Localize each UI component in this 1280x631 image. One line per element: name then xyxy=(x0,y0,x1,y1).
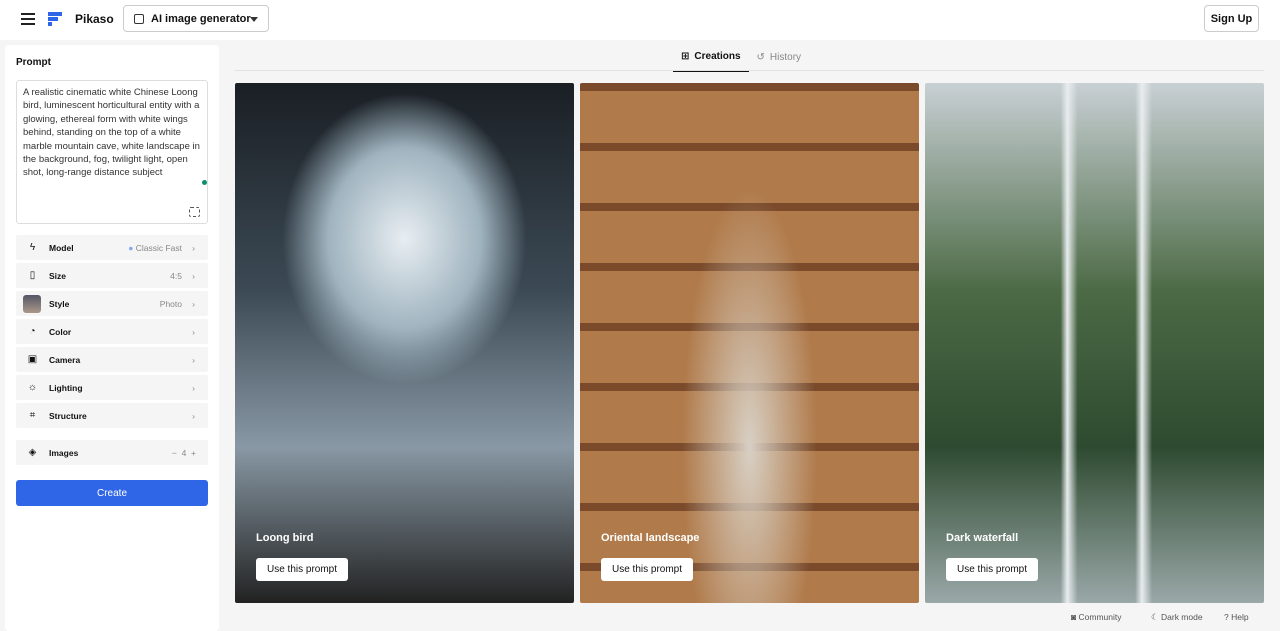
structure-icon: ⌗ xyxy=(29,410,36,421)
chevron-right-icon: › xyxy=(192,382,195,393)
grid-icon: ⊞ xyxy=(681,51,690,62)
option-label: Model xyxy=(49,242,74,253)
chevron-right-icon: › xyxy=(192,298,195,309)
help-icon: ? xyxy=(1224,612,1229,622)
card-title: Loong bird xyxy=(256,532,314,544)
prompt-label: Prompt xyxy=(16,57,51,68)
status-dot xyxy=(202,180,207,185)
option-model[interactable]: ϟ Model ● Classic Fast › xyxy=(16,235,208,260)
decrement-button[interactable]: − xyxy=(172,448,177,458)
option-label: Images xyxy=(49,447,79,458)
tab-label: History xyxy=(769,52,802,63)
card-title: Dark waterfall xyxy=(946,532,1019,544)
moon-icon: ☾ xyxy=(1151,612,1159,622)
link-label: Community xyxy=(1078,612,1122,622)
chevron-right-icon: › xyxy=(192,410,195,421)
chevron-right-icon: › xyxy=(192,270,195,281)
use-prompt-button[interactable]: Use this prompt xyxy=(946,558,1039,581)
link-label: Dark mode xyxy=(1161,612,1203,622)
option-label: Lighting xyxy=(49,382,83,393)
tab-creations[interactable]: ⊞ Creations xyxy=(673,46,749,72)
tab-label: Creations xyxy=(694,51,741,62)
tabs: ⊞ Creations ↺ History xyxy=(673,46,809,72)
option-label: Style xyxy=(49,298,70,309)
option-lighting[interactable]: ☼ Lighting › xyxy=(16,375,208,400)
tab-history[interactable]: ↺ History xyxy=(749,46,810,72)
chevron-right-icon: › xyxy=(192,326,195,337)
create-button[interactable]: Create xyxy=(16,480,208,506)
creation-card[interactable]: Loong bird Use this prompt xyxy=(235,83,574,603)
pikaso-logo xyxy=(48,12,62,26)
caret-down-icon xyxy=(250,17,258,22)
option-label: Structure xyxy=(49,410,87,421)
option-value: Photo xyxy=(159,298,182,309)
top-bar: Pikaso AI image generator Sign Up xyxy=(0,0,1280,40)
sun-icon: ☼ xyxy=(27,382,38,393)
brand-name: Pikaso xyxy=(75,12,114,26)
divider xyxy=(234,70,1264,71)
image-icon xyxy=(134,13,144,24)
option-size[interactable]: ▯ Size 4:5 › xyxy=(16,263,208,288)
option-color[interactable]: ◔ Color › xyxy=(16,319,208,344)
chevron-right-icon: › xyxy=(192,354,195,365)
sidebar: Prompt A realistic cinematic white Chine… xyxy=(5,45,219,631)
dark-mode-toggle[interactable]: ☾ Dark mode xyxy=(1151,612,1203,623)
use-prompt-button[interactable]: Use this prompt xyxy=(256,558,349,581)
tool-label: AI image generator xyxy=(151,12,251,25)
creation-card[interactable]: Dark waterfall Use this prompt xyxy=(925,83,1264,603)
bolt-icon: ϟ xyxy=(29,242,36,253)
sign-up-button[interactable]: Sign Up xyxy=(1204,5,1259,32)
use-prompt-button[interactable]: Use this prompt xyxy=(601,558,694,581)
tool-selector[interactable]: AI image generator xyxy=(123,5,269,32)
prompt-text: A realistic cinematic white Chinese Loon… xyxy=(23,87,200,179)
card-title: Oriental landscape xyxy=(601,532,700,544)
prompt-input[interactable]: A realistic cinematic white Chinese Loon… xyxy=(16,80,208,224)
option-value: ● Classic Fast xyxy=(128,242,182,253)
option-label: Camera xyxy=(49,354,81,365)
chevron-right-icon: › xyxy=(192,242,195,253)
help-link[interactable]: ? Help xyxy=(1224,612,1249,622)
layers-icon: ◈ xyxy=(28,447,37,458)
community-link[interactable]: ◙ Community xyxy=(1071,612,1122,622)
creation-card[interactable]: Oriental landscape Use this prompt xyxy=(580,83,919,603)
image-prompt-icon[interactable] xyxy=(189,207,200,217)
option-style[interactable]: Style Photo › xyxy=(16,291,208,316)
option-label: Size xyxy=(49,270,67,281)
history-icon: ↺ xyxy=(756,52,765,63)
option-structure[interactable]: ⌗ Structure › xyxy=(16,403,208,428)
style-thumbnail xyxy=(23,294,41,313)
option-label: Color xyxy=(49,326,72,337)
discord-icon: ◙ xyxy=(1071,612,1077,622)
increment-button[interactable]: + xyxy=(191,448,196,458)
option-value: 4:5 xyxy=(170,270,182,281)
images-count: 4 xyxy=(181,447,187,458)
option-images: ◈ Images − 4 + xyxy=(16,440,208,465)
rectangle-icon: ▯ xyxy=(29,270,36,281)
palette-icon: ◔ xyxy=(29,326,36,337)
option-camera[interactable]: ▣ Camera › xyxy=(16,347,208,372)
camera-icon: ▣ xyxy=(27,354,38,365)
menu-icon[interactable] xyxy=(21,13,35,25)
link-label: Help xyxy=(1231,612,1249,622)
